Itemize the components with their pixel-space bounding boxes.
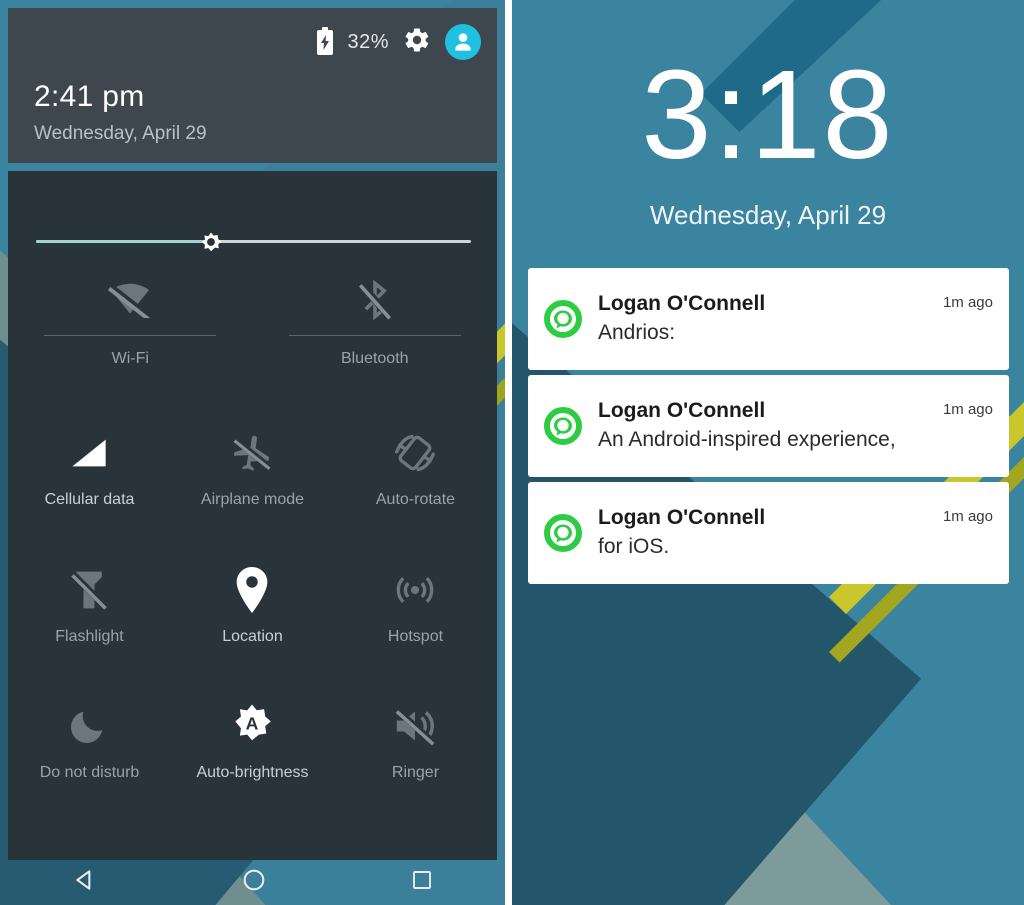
notification-message: for iOS. (598, 535, 670, 559)
tile-label: Do not disturb (39, 764, 140, 781)
tile-row-2: Flashlight Location Hotspot (8, 548, 497, 685)
quick-settings-header: 32% 2:41 pm Wednesday, April 29 (8, 8, 497, 163)
tile-divider (288, 335, 461, 336)
notification-content: Logan O'Connell for iOS. (598, 505, 943, 561)
tile-label: Cellular data (44, 491, 135, 508)
location-pin-icon (234, 562, 270, 618)
hotspot-icon (393, 562, 437, 618)
notification-sender: Logan O'Connell (598, 506, 766, 530)
tile-label: Flashlight (55, 628, 124, 645)
gear-icon[interactable] (403, 26, 431, 59)
notification-timestamp: 1m ago (942, 508, 993, 525)
tile-row-3: Do not disturb A Auto-brightness Ringer (8, 684, 497, 821)
tile-airplane-mode[interactable]: Airplane mode (171, 411, 334, 548)
battery-charging-icon (317, 26, 334, 55)
message-bubble-icon (544, 407, 582, 445)
notification-content: Logan O'Connell Andrios: (598, 291, 943, 347)
tile-cellular-data[interactable]: Cellular data (8, 411, 171, 548)
notification-sender: Logan O'Connell (598, 399, 766, 423)
panel-date: Wednesday, April 29 (34, 123, 207, 144)
back-button[interactable] (72, 867, 98, 898)
screen-divider (505, 0, 512, 905)
auto-brightness-icon: A (229, 698, 275, 754)
notification-card[interactable]: Logan O'Connell for iOS. 1m ago (528, 482, 1009, 584)
moon-icon (69, 698, 109, 754)
quick-settings-panel: 32% 2:41 pm Wednesday, April 29 Wi-Fi Bl… (8, 8, 497, 860)
tile-location[interactable]: Location (171, 548, 334, 685)
navigation-bar (0, 860, 505, 905)
notification-content: Logan O'Connell An Android-inspired expe… (598, 398, 943, 454)
lock-screen-clock: 3:18 (641, 44, 895, 185)
battery-percent-label: 32% (347, 30, 389, 53)
tile-label: Wi-Fi (111, 350, 149, 367)
tile-divider (44, 335, 217, 336)
tile-label: Location (222, 628, 283, 645)
notification-timestamp: 1m ago (942, 294, 993, 311)
panel-clock: 2:41 pm (34, 80, 145, 113)
notification-timestamp: 1m ago (942, 401, 993, 418)
recents-button[interactable] (410, 868, 434, 897)
notification-card[interactable]: Logan O'Connell Andrios: 1m ago (528, 268, 1009, 370)
screenshot-root: 32% 2:41 pm Wednesday, April 29 Wi-Fi Bl… (0, 0, 1024, 905)
tile-label: Bluetooth (340, 350, 409, 367)
user-avatar-icon[interactable] (445, 24, 481, 60)
message-bubble-icon (544, 300, 582, 338)
svg-text:A: A (246, 714, 259, 734)
quick-settings-body: Wi-Fi Bluetooth Cellular data Airplane m… (8, 171, 497, 860)
notification-message: An Android-inspired experience, (598, 428, 896, 452)
slider-thumb-sun-icon[interactable] (196, 227, 226, 257)
home-button[interactable] (241, 867, 267, 898)
tile-auto-rotate[interactable]: Auto-rotate (334, 411, 497, 548)
lock-screen: 3:18 Wednesday, April 29 Logan O'Connell… (512, 0, 1024, 905)
tile-do-not-disturb[interactable]: Do not disturb (8, 684, 171, 821)
quick-settings-screen: 32% 2:41 pm Wednesday, April 29 Wi-Fi Bl… (0, 0, 505, 905)
notification-sender: Logan O'Connell (598, 292, 766, 316)
tile-row-1: Cellular data Airplane mode Auto-rotate (8, 411, 497, 548)
notification-card[interactable]: Logan O'Connell An Android-inspired expe… (528, 375, 1009, 477)
tile-label: Hotspot (387, 628, 444, 645)
tile-label: Airplane mode (200, 491, 305, 508)
bluetooth-off-icon (357, 271, 392, 329)
flashlight-off-icon (69, 562, 109, 618)
airplane-off-icon (231, 425, 273, 481)
volume-mute-icon (393, 698, 437, 754)
tile-label: Ringer (391, 764, 440, 781)
slider-fill (36, 240, 208, 243)
lock-screen-date: Wednesday, April 29 (649, 200, 887, 230)
status-bar: 32% (317, 24, 481, 60)
tile-wifi[interactable]: Wi-Fi (8, 271, 253, 381)
tile-auto-brightness[interactable]: A Auto-brightness (171, 684, 334, 821)
tile-bluetooth[interactable]: Bluetooth (253, 271, 498, 381)
tile-label: Auto-rotate (375, 491, 456, 508)
screen-rotation-icon (393, 425, 437, 481)
tile-hotspot[interactable]: Hotspot (334, 548, 497, 685)
tile-ringer[interactable]: Ringer (334, 684, 497, 821)
signal-cellular-icon (69, 425, 109, 481)
message-bubble-icon (544, 514, 582, 552)
wide-tile-row: Wi-Fi Bluetooth (8, 271, 497, 381)
wifi-off-icon (107, 271, 153, 329)
notification-message: Andrios: (598, 321, 676, 345)
tile-flashlight[interactable]: Flashlight (8, 548, 171, 685)
tile-label: Auto-brightness (196, 764, 309, 781)
notification-list: Logan O'Connell Andrios: 1m ago Logan O'… (528, 268, 1009, 589)
brightness-slider[interactable] (36, 229, 471, 255)
